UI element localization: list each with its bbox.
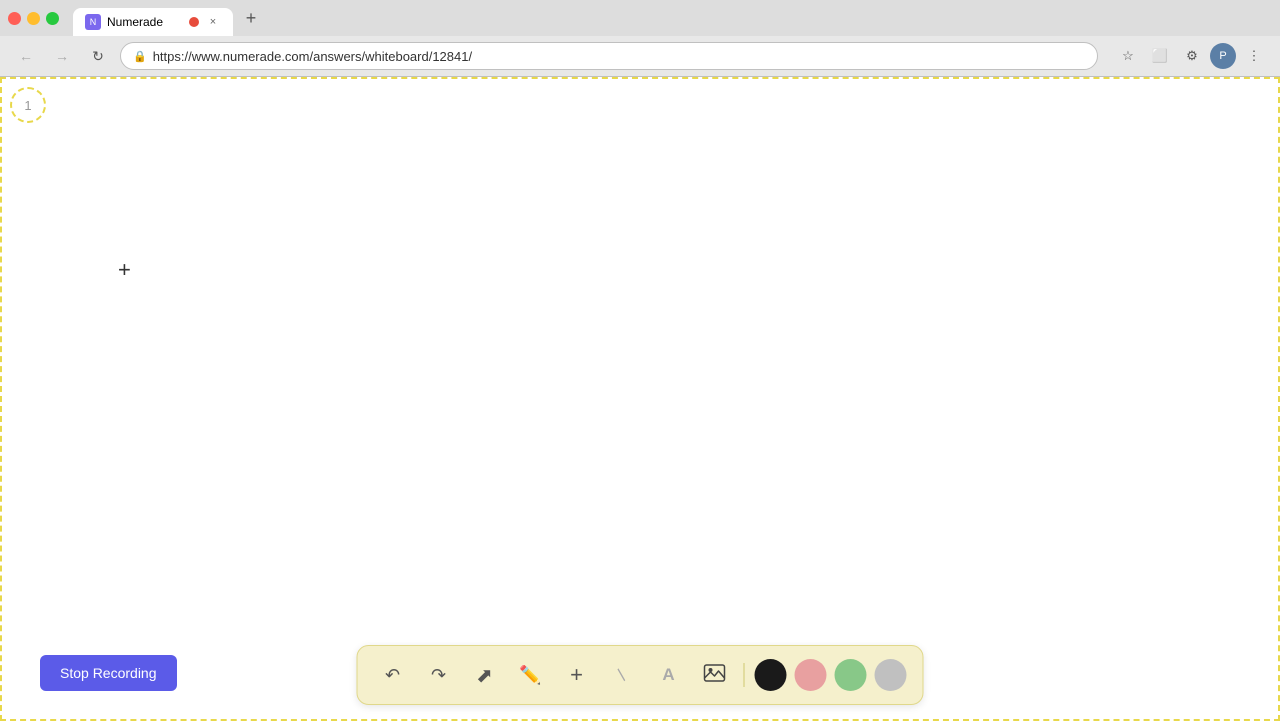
text-icon: A — [662, 665, 674, 685]
add-icon: + — [570, 662, 583, 688]
whiteboard-canvas[interactable]: 1 + Stop Recording ↶ ↷ ⬈ ✏️ + / A — [0, 77, 1280, 721]
cursor-indicator: + — [118, 259, 131, 281]
redo-icon: ↷ — [431, 665, 446, 686]
pen-icon: ✏️ — [519, 665, 541, 686]
puzzle-icon: ⚙ — [1186, 48, 1198, 64]
bookmarks-button[interactable]: ☆ — [1114, 42, 1142, 70]
color-black[interactable] — [755, 659, 787, 691]
page-number-indicator: 1 — [10, 87, 46, 123]
browser-chrome: N Numerade × + ← → ↻ 🔒 https://www.numer… — [0, 0, 1280, 77]
select-tool-button[interactable]: ⬈ — [466, 656, 504, 694]
select-icon: ⬈ — [476, 663, 493, 688]
reload-icon: ↻ — [92, 48, 104, 65]
extensions-button[interactable]: ⚙ — [1178, 42, 1206, 70]
tab-bar: N Numerade × + — [0, 0, 1280, 36]
menu-button[interactable]: ⋮ — [1240, 42, 1268, 70]
back-icon: ← — [19, 48, 33, 64]
tab-close-button[interactable]: × — [205, 14, 221, 30]
line-icon: / — [613, 666, 631, 684]
add-tool-button[interactable]: + — [558, 656, 596, 694]
undo-icon: ↶ — [385, 665, 400, 686]
browser-actions: ☆ ⬜ ⚙ P ⋮ — [1114, 42, 1268, 70]
image-icon — [704, 662, 726, 689]
profile-avatar: P — [1219, 50, 1226, 62]
cast-button[interactable]: ⬜ — [1146, 42, 1174, 70]
pen-tool-button[interactable]: ✏️ — [512, 656, 550, 694]
drawing-toolbar: ↶ ↷ ⬈ ✏️ + / A — [357, 645, 924, 705]
image-tool-button[interactable] — [696, 656, 734, 694]
url-bar[interactable]: 🔒 https://www.numerade.com/answers/white… — [120, 42, 1098, 70]
window-minimize-button[interactable] — [27, 12, 40, 25]
reload-button[interactable]: ↻ — [84, 42, 112, 70]
cast-icon: ⬜ — [1152, 48, 1168, 64]
window-controls — [8, 12, 59, 25]
menu-icon: ⋮ — [1248, 48, 1261, 64]
active-tab[interactable]: N Numerade × — [73, 8, 233, 36]
text-tool-button[interactable]: A — [650, 656, 688, 694]
tab-recording-indicator — [189, 17, 199, 27]
back-button[interactable]: ← — [12, 42, 40, 70]
redo-button[interactable]: ↷ — [420, 656, 458, 694]
color-green[interactable] — [835, 659, 867, 691]
profile-button[interactable]: P — [1210, 43, 1236, 69]
window-maximize-button[interactable] — [46, 12, 59, 25]
color-pink[interactable] — [795, 659, 827, 691]
bookmarks-icon: ☆ — [1122, 48, 1134, 64]
toolbar-divider — [744, 663, 745, 687]
address-bar: ← → ↻ 🔒 https://www.numerade.com/answers… — [0, 36, 1280, 76]
color-gray[interactable] — [875, 659, 907, 691]
forward-icon: → — [55, 48, 69, 64]
new-tab-button[interactable]: + — [237, 4, 265, 32]
page-number-text: 1 — [24, 98, 31, 113]
url-text: https://www.numerade.com/answers/whitebo… — [153, 49, 472, 64]
tab-title: Numerade — [107, 15, 163, 29]
line-tool-button[interactable]: / — [604, 656, 642, 694]
tab-favicon: N — [85, 14, 101, 30]
forward-button[interactable]: → — [48, 42, 76, 70]
lock-icon: 🔒 — [133, 50, 147, 63]
window-close-button[interactable] — [8, 12, 21, 25]
stop-recording-button[interactable]: Stop Recording — [40, 655, 177, 691]
undo-button[interactable]: ↶ — [374, 656, 412, 694]
